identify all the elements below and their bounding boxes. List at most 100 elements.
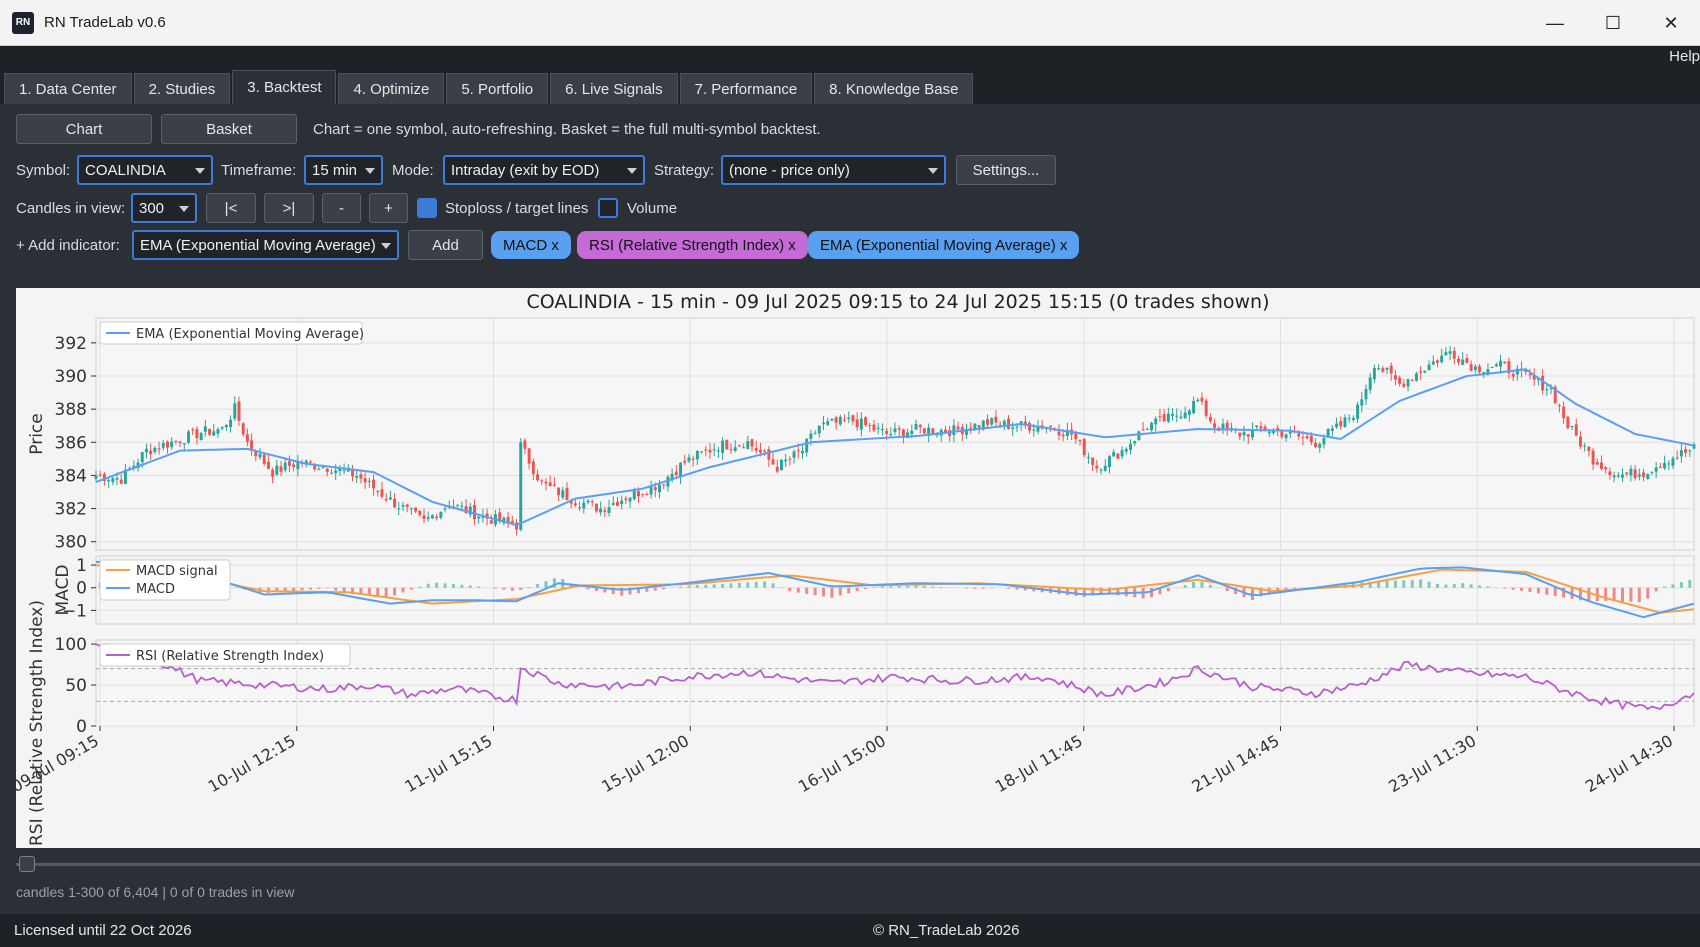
macd-histogram-bar (1469, 584, 1473, 588)
mode-combo[interactable]: Intraday (exit by EOD) (443, 155, 645, 185)
close-button[interactable]: ✕ (1642, 0, 1700, 46)
tab-live-signals[interactable]: 6. Live Signals (550, 73, 678, 104)
candle-body (779, 459, 783, 471)
tab-performance[interactable]: 7. Performance (679, 73, 813, 104)
candles-combo[interactable]: 300 (131, 193, 197, 223)
candle-body (1356, 404, 1360, 419)
candle-body (388, 497, 392, 500)
candle-body (817, 425, 821, 434)
candle-body (641, 493, 645, 495)
tab-data-center[interactable]: 1. Data Center (4, 73, 132, 104)
tab-optimize[interactable]: 4. Optimize (338, 73, 445, 104)
chart-scrollbar[interactable] (16, 856, 1700, 872)
timeframe-combo[interactable]: 15 min (304, 155, 383, 185)
tab-knowledge-base[interactable]: 8. Knowledge Base (814, 73, 974, 104)
candle-body (536, 474, 540, 481)
candle-body (590, 501, 594, 503)
macd-histogram-bar (1007, 587, 1011, 589)
candle-body (1679, 450, 1683, 457)
candle-body (199, 432, 203, 441)
zoom-out-button[interactable]: - (322, 193, 361, 223)
macd-histogram-bar (510, 587, 514, 591)
candle-body (208, 428, 212, 435)
indicator-combo[interactable]: EMA (Exponential Moving Average) (132, 230, 399, 260)
zoom-in-button[interactable]: + (369, 193, 408, 223)
help-menu[interactable]: Help (1669, 48, 1700, 65)
macd-histogram-bar (1461, 583, 1465, 588)
scroll-handle[interactable] (19, 856, 35, 872)
candles-value: 300 (139, 199, 165, 217)
candle-body (1301, 436, 1305, 438)
macd-histogram-bar (973, 587, 977, 589)
price-indicator-chart[interactable]: COALINDIA - 15 min - 09 Jul 2025 09:15 t… (8, 288, 1700, 848)
macd-histogram-bar (914, 585, 918, 588)
candle-body (758, 449, 762, 453)
symbol-combo[interactable]: COALINDIA (77, 155, 213, 185)
candle-body (637, 491, 640, 497)
maximize-button[interactable]: ☐ (1584, 0, 1642, 46)
settings-button[interactable]: Settings... (956, 155, 1056, 185)
tab-portfolio[interactable]: 5. Portfolio (446, 73, 549, 104)
candle-body (325, 468, 329, 472)
add-indicator-button[interactable]: Add (408, 230, 483, 260)
macd-histogram-bar (822, 587, 826, 597)
first-candle-button[interactable]: |< (206, 193, 256, 223)
candle-body (456, 504, 460, 506)
candle-body (1566, 416, 1570, 429)
macd-histogram-bar (990, 587, 994, 589)
candle-body (1028, 422, 1032, 431)
candle-body (245, 434, 249, 442)
candle-body (809, 433, 813, 439)
candle-body (632, 490, 636, 500)
candle-body (897, 428, 901, 430)
macd-histogram-bar (300, 587, 304, 591)
macd-histogram-bar (468, 585, 472, 588)
volume-label: Volume (627, 200, 678, 217)
strategy-value: (none - price only) (729, 161, 850, 179)
candle-body (561, 490, 565, 498)
macd-histogram-bar (1663, 586, 1667, 588)
price_panel-ytick-label: 382 (55, 500, 87, 520)
candle-body (851, 415, 855, 422)
macd-histogram-bar (830, 587, 834, 598)
tab-studies[interactable]: 2. Studies (133, 73, 231, 104)
candle-body (405, 504, 409, 507)
chevron-down-icon (381, 243, 391, 249)
price-axis-label: Price (27, 413, 47, 454)
chart-mode-button[interactable]: Chart (16, 114, 152, 144)
stoploss-checkbox[interactable] (417, 198, 437, 218)
scroll-track[interactable] (16, 863, 1700, 866)
candle-body (489, 520, 493, 524)
candle-body (334, 470, 338, 474)
chart-area[interactable]: COALINDIA - 15 min - 09 Jul 2025 09:15 t… (8, 288, 1700, 848)
candle-body (674, 471, 678, 476)
candle-body (376, 490, 380, 492)
strategy-combo[interactable]: (none - price only) (721, 155, 946, 185)
candle-body (704, 449, 708, 451)
candle-body (1583, 445, 1587, 447)
tab-backtest[interactable]: 3. Backtest (232, 70, 337, 104)
rsi-chip[interactable]: RSI (Relative Strength Index) x (577, 231, 808, 259)
volume-checkbox[interactable] (598, 198, 618, 218)
basket-mode-button[interactable]: Basket (161, 114, 297, 144)
timeframe-label: Timeframe: (221, 162, 297, 179)
candle-body (477, 516, 481, 519)
ema-chip[interactable]: EMA (Exponential Moving Average) x (808, 231, 1080, 259)
macd-histogram-bar (788, 587, 792, 592)
macd-histogram-bar (1679, 582, 1683, 588)
candle-body (283, 462, 287, 471)
candle-body (1398, 377, 1402, 384)
candle-body (918, 425, 922, 428)
price_panel-ytick-label: 390 (55, 367, 87, 387)
macd-histogram-bar (679, 586, 683, 588)
last-candle-button[interactable]: >| (264, 193, 314, 223)
candle-body (1175, 415, 1179, 417)
macd-histogram-bar (813, 587, 817, 596)
macd-histogram-bar (662, 587, 666, 590)
candle-body (258, 454, 262, 458)
candle-body (212, 431, 216, 436)
candle-body (1339, 421, 1343, 427)
macd-histogram-bar (1208, 584, 1212, 588)
macd-chip[interactable]: MACD x (491, 231, 571, 259)
minimize-button[interactable]: — (1526, 0, 1584, 46)
